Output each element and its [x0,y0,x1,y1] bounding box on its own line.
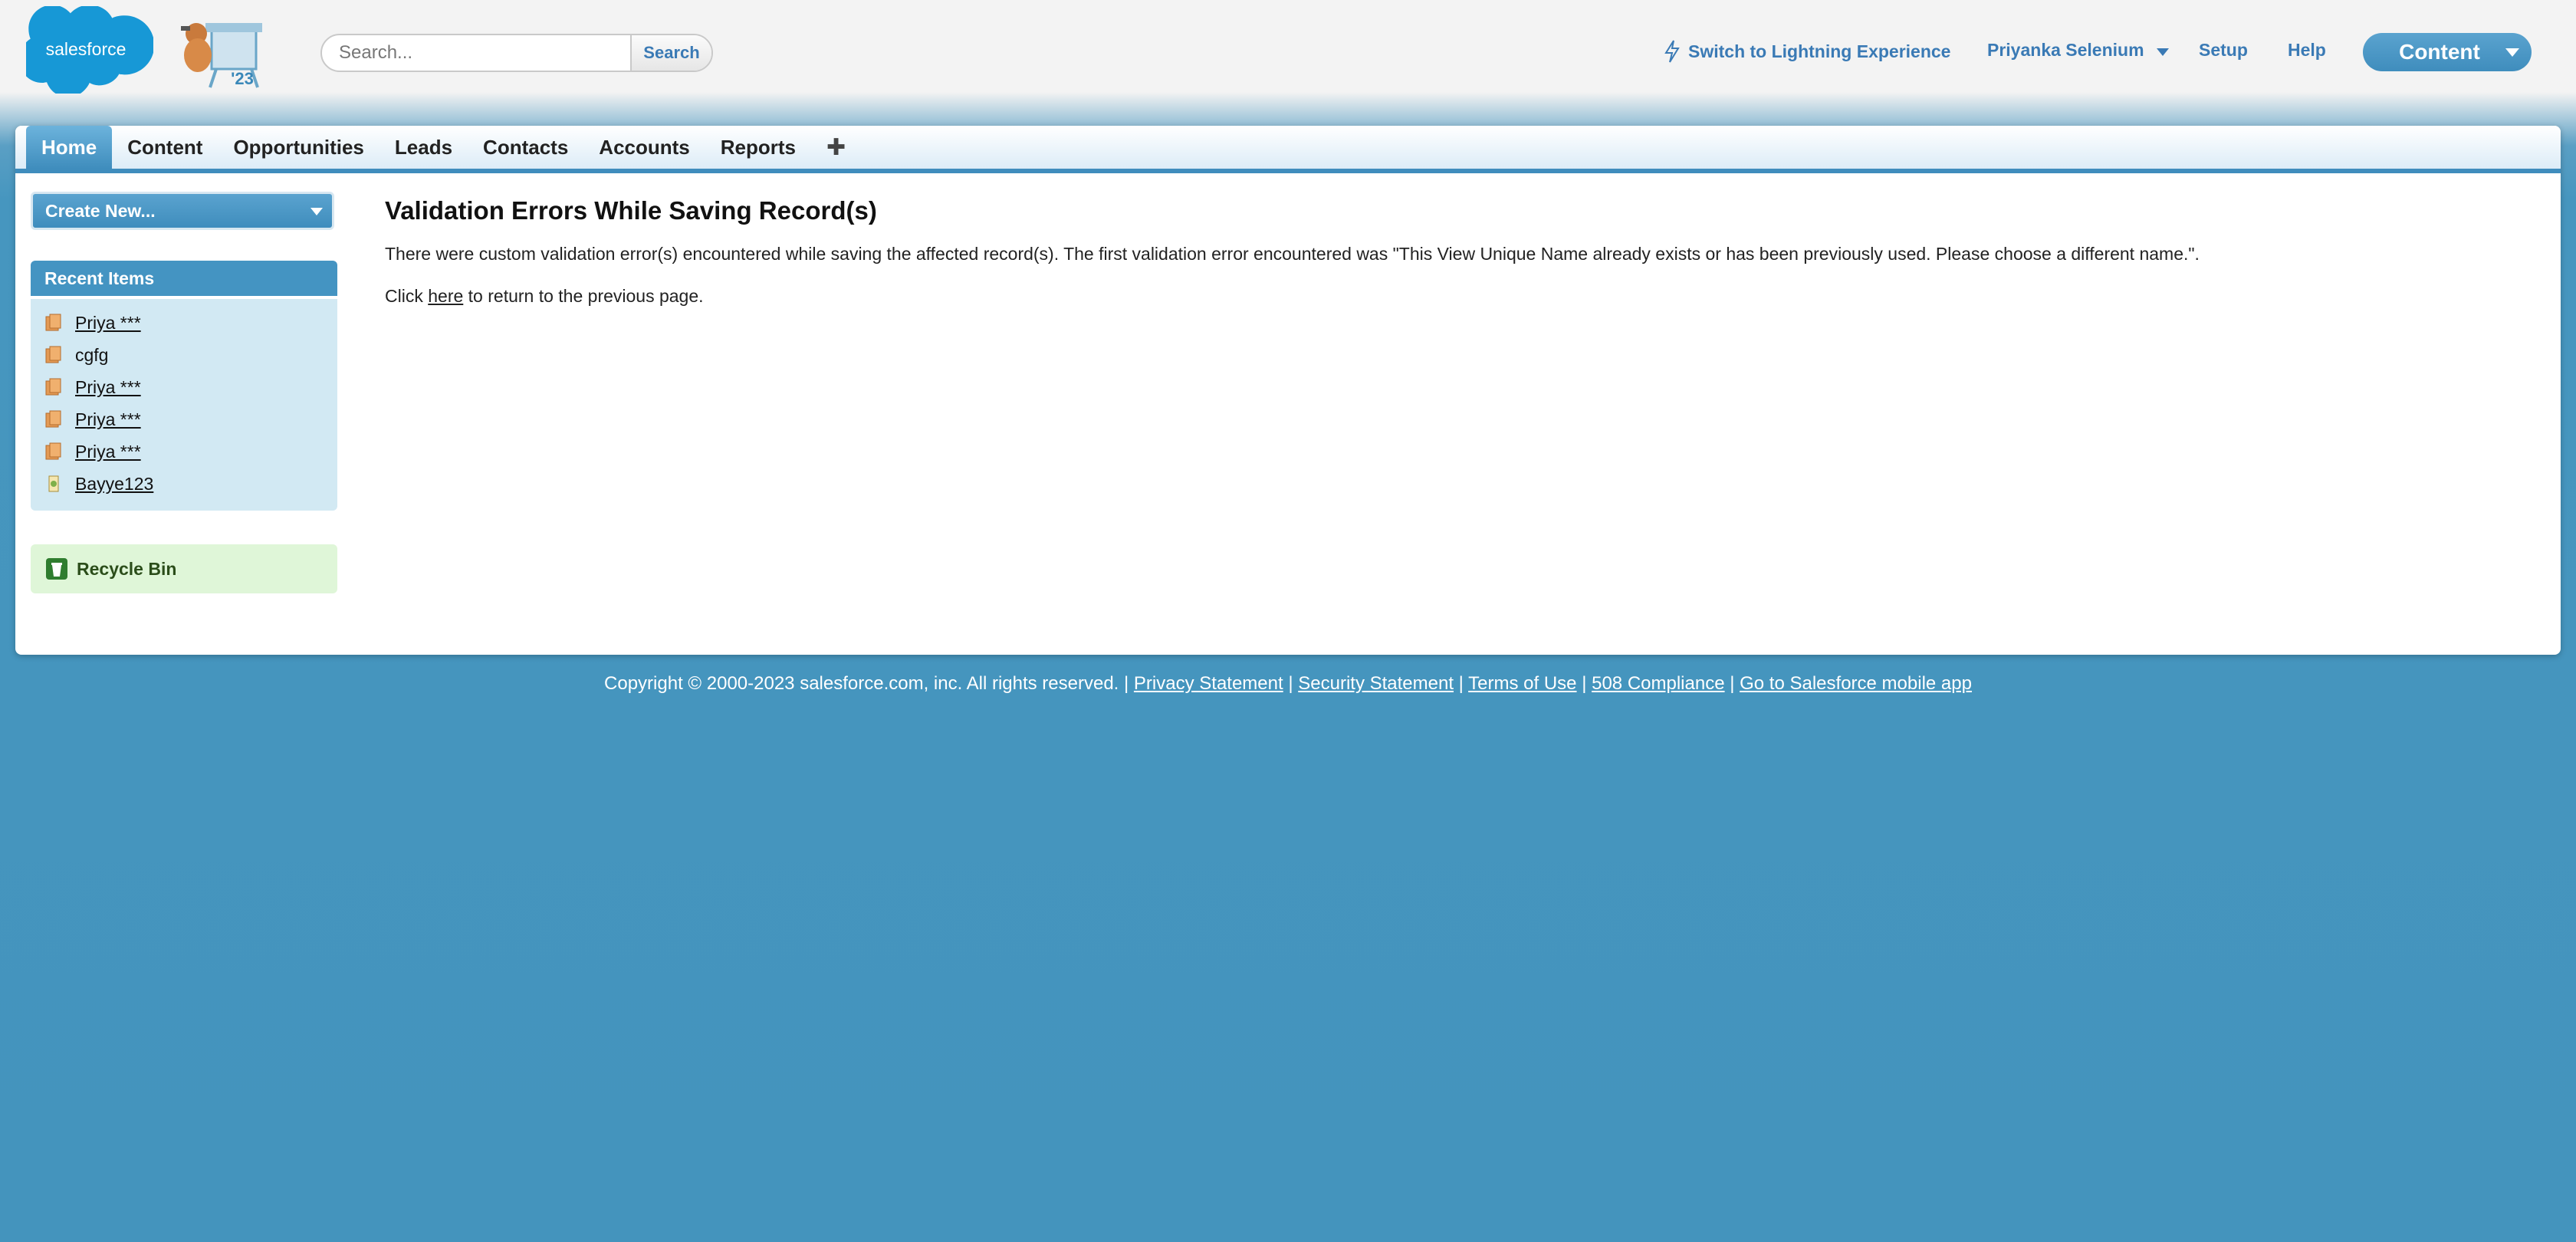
list-item: Priya *** [43,307,325,339]
content-icon [45,442,61,460]
recycle-bin-icon [46,558,67,580]
recent-items-header: Recent Items [31,261,337,296]
list-item: Priya *** [43,403,325,435]
header: salesforce '23 Search Switch to Lightnin… [0,0,2576,123]
tab-contacts[interactable]: Contacts [468,126,583,169]
all-tabs-plus-icon[interactable]: ✚ [811,126,861,169]
footer-separator: | [1724,673,1740,694]
switch-lightning-link[interactable]: Switch to Lightning Experience [1664,40,1950,63]
error-message: There were custom validation error(s) en… [385,244,2200,264]
lightning-bolt-icon [1664,40,1680,63]
tab-content[interactable]: Content [112,126,218,169]
recent-item-link[interactable]: Priya *** [75,313,141,334]
list-item: Priya *** [43,435,325,468]
footer-separator: | [1454,673,1469,694]
library-icon [48,475,59,492]
user-menu[interactable]: Priyanka Selenium [1987,40,2169,61]
create-new-button[interactable]: Create New... [31,192,334,230]
global-search: Search [320,34,713,72]
main-content: Validation Errors While Saving Record(s)… [385,196,2530,307]
recycle-bin-link[interactable]: Recycle Bin [31,544,337,593]
content-icon [45,346,61,363]
chevron-down-icon [310,208,323,215]
create-new-label: Create New... [45,200,156,221]
search-button[interactable]: Search [630,35,711,71]
tab-home[interactable]: Home [26,126,113,169]
tab-accounts[interactable]: Accounts [583,126,705,169]
help-link[interactable]: Help [2288,40,2326,61]
user-name: Priyanka Selenium [1987,40,2144,60]
chevron-down-icon [2156,48,2169,56]
main-container: Home Content Opportunities Leads Contact… [15,126,2561,655]
tab-bar: Home Content Opportunities Leads Contact… [15,126,2561,173]
salesforce-logo[interactable]: salesforce [26,6,153,94]
chevron-down-icon [2505,48,2519,57]
recent-item-link[interactable]: Priya *** [75,377,141,398]
mascot-year: '23 [231,69,254,88]
list-item: Bayye123 [43,468,325,500]
content-icon [45,378,61,396]
return-suffix: to return to the previous page. [463,286,704,306]
recent-item-link[interactable]: cgfg [75,345,108,366]
security-statement-link[interactable]: Security Statement [1298,673,1454,694]
logo-text: salesforce [46,39,127,59]
footer: Copyright © 2000-2023 salesforce.com, in… [0,673,2576,695]
return-prefix: Click [385,286,429,306]
app-menu-button[interactable]: Content [2363,33,2532,71]
search-input[interactable] [322,35,630,71]
footer-separator: | [1283,673,1299,694]
mascot-image: '23 [181,23,262,88]
tab-reports[interactable]: Reports [705,126,811,169]
recent-item-link[interactable]: Bayye123 [75,474,153,495]
return-line: Click here to return to the previous pag… [385,286,2530,307]
copyright-text: Copyright © 2000-2023 salesforce.com, in… [604,673,1134,694]
setup-link[interactable]: Setup [2199,40,2248,61]
508-compliance-link[interactable]: 508 Compliance [1592,673,1724,694]
footer-separator: | [1576,673,1592,694]
list-item: cgfg [43,339,325,371]
content-icon [45,410,61,428]
privacy-statement-link[interactable]: Privacy Statement [1134,673,1283,694]
recent-items-list: Priya *** cgfg Priya *** Priya *** Priya… [31,299,337,511]
page-title: Validation Errors While Saving Record(s) [385,196,877,225]
content-icon [45,314,61,331]
sidebar: Create New... Recent Items Priya *** cgf… [31,192,337,593]
switch-lightning-label: Switch to Lightning Experience [1688,41,1951,61]
terms-of-use-link[interactable]: Terms of Use [1468,673,1576,694]
return-here-link[interactable]: here [428,286,463,306]
mobile-app-link[interactable]: Go to Salesforce mobile app [1740,673,1972,694]
recent-item-link[interactable]: Priya *** [75,409,141,430]
recent-item-link[interactable]: Priya *** [75,442,141,462]
tab-leads[interactable]: Leads [380,126,468,169]
list-item: Priya *** [43,371,325,403]
recycle-bin-label: Recycle Bin [77,558,177,579]
tab-opportunities[interactable]: Opportunities [218,126,379,169]
